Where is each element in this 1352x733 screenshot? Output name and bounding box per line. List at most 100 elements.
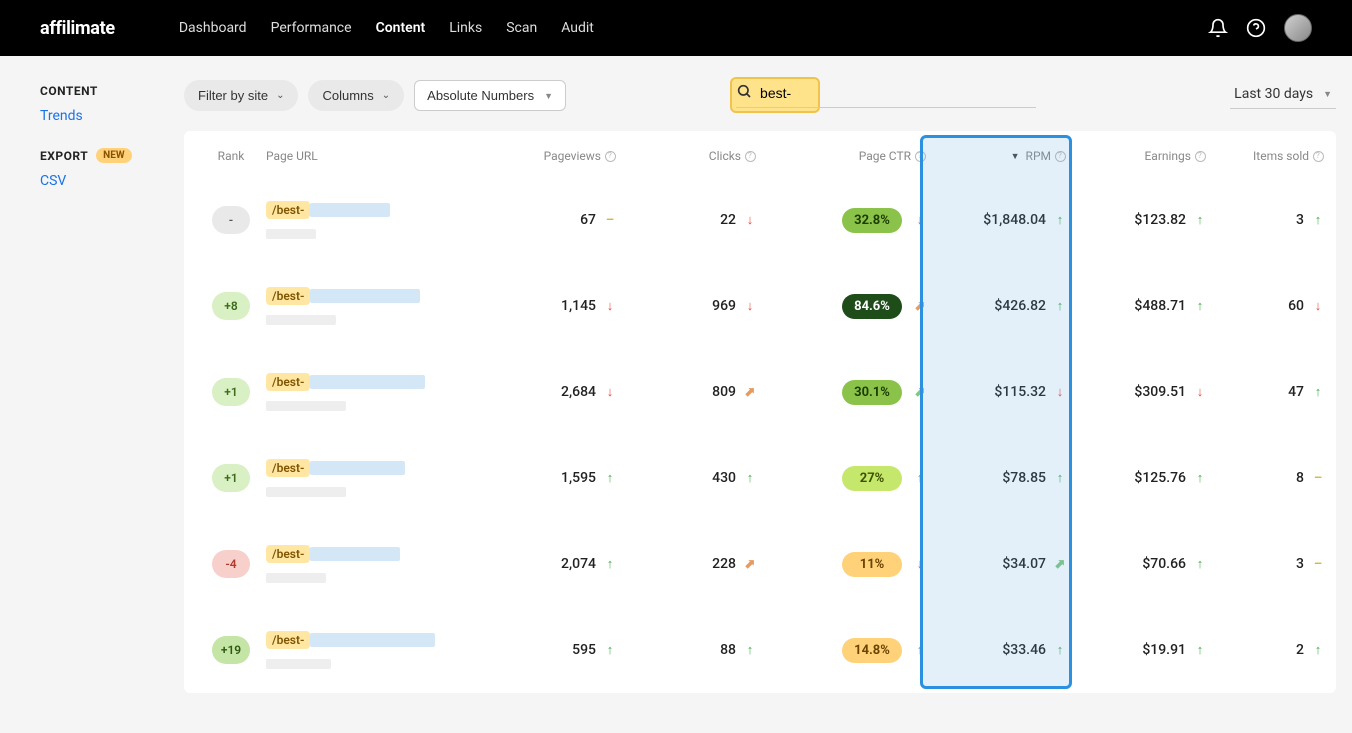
ctr-pill: 11% (842, 552, 902, 577)
help-icon[interactable] (1246, 18, 1266, 38)
columns-button[interactable]: Columns ⌄ (308, 80, 404, 111)
url-placeholder-bar (310, 633, 435, 647)
display-mode-select[interactable]: Absolute Numbers ▼ (414, 80, 566, 111)
pageviews-cell: 2,684 ↓ (476, 384, 616, 400)
toolbar: Filter by site ⌄ Columns ⌄ Absolute Numb… (184, 80, 1336, 111)
url-chip: /best- (266, 287, 310, 305)
rank-badge: +19 (212, 636, 250, 664)
page-url-cell: /best- (266, 631, 476, 669)
rpm-cell: $1,848.04 ↑ (926, 212, 1066, 228)
ctr-cell: 14.8% ↑ (756, 638, 926, 663)
caret-down-icon: ▼ (544, 91, 553, 101)
col-rpm[interactable]: ▼RPM (926, 149, 1066, 163)
rpm-cell: $78.85 ↑ (926, 470, 1066, 486)
url-chip: /best- (266, 373, 310, 391)
filter-by-site-button[interactable]: Filter by site ⌄ (184, 80, 298, 111)
items-sold-cell: 3 ↑ (1206, 212, 1324, 228)
ctr-cell: 32.8% ↓ (756, 208, 926, 233)
pageviews-cell: 2,074 ↑ (476, 556, 616, 572)
table-row[interactable]: +1 /best- 1,595 ↑ 430 ↑ 27% ↑ $78.85 ↑ $… (184, 435, 1336, 521)
url-placeholder-bar (266, 315, 336, 325)
search-input[interactable] (760, 85, 1036, 101)
info-icon (1195, 151, 1206, 162)
col-earnings[interactable]: Earnings (1066, 149, 1206, 163)
sort-desc-icon: ▼ (1011, 151, 1020, 162)
items-sold-cell: 8 – (1206, 470, 1324, 486)
content-table: Rank Page URL Pageviews Clicks Page CTR … (184, 131, 1336, 693)
url-placeholder-bar (310, 203, 390, 217)
chevron-down-icon: ⌄ (382, 90, 390, 101)
table-row[interactable]: +8 /best- 1,145 ↓ 969 ↓ 84.6% ⬈ $426.82 … (184, 263, 1336, 349)
col-pageviews[interactable]: Pageviews (476, 149, 616, 163)
rank-badge: +1 (212, 378, 250, 406)
nav-dashboard[interactable]: Dashboard (179, 20, 247, 36)
pageviews-cell: 67 – (476, 212, 616, 228)
sidebar-link-trends[interactable]: Trends (40, 108, 184, 124)
col-page-url[interactable]: Page URL (266, 149, 476, 163)
rpm-cell: $115.32 ↓ (926, 384, 1066, 400)
pageviews-cell: 1,595 ↑ (476, 470, 616, 486)
col-page-ctr[interactable]: Page CTR (756, 149, 926, 163)
ctr-pill: 27% (842, 466, 902, 491)
url-placeholder-bar (266, 401, 346, 411)
col-clicks[interactable]: Clicks (616, 149, 756, 163)
url-chip: /best- (266, 201, 310, 219)
table-row[interactable]: -4 /best- 2,074 ↑ 228 ⬈ 11% ↓ $34.07 ⬈ $… (184, 521, 1336, 607)
main-nav: Dashboard Performance Content Links Scan… (179, 20, 594, 36)
bell-icon[interactable] (1208, 18, 1228, 38)
nav-content[interactable]: Content (376, 20, 426, 36)
rank-badge: - (212, 206, 250, 234)
info-icon (605, 151, 616, 162)
search-wrapper (736, 83, 1036, 108)
rpm-cell: $426.82 ↑ (926, 298, 1066, 314)
clicks-cell: 22 ↓ (616, 212, 756, 228)
table-row[interactable]: +1 /best- 2,684 ↓ 809 ⬈ 30.1% ⬈ $115.32 … (184, 349, 1336, 435)
info-icon (1055, 151, 1066, 162)
earnings-cell: $123.82 ↑ (1066, 212, 1206, 228)
ctr-pill: 32.8% (842, 208, 902, 233)
clicks-cell: 88 ↑ (616, 642, 756, 658)
items-sold-cell: 60 ↓ (1206, 298, 1324, 314)
earnings-cell: $309.51 ↓ (1066, 384, 1206, 400)
col-items-sold[interactable]: Items sold (1206, 149, 1324, 163)
earnings-cell: $19.91 ↑ (1066, 642, 1206, 658)
info-icon (745, 151, 756, 162)
pageviews-cell: 595 ↑ (476, 642, 616, 658)
table-row[interactable]: +19 /best- 595 ↑ 88 ↑ 14.8% ↑ $33.46 ↑ $… (184, 607, 1336, 693)
ctr-cell: 30.1% ⬈ (756, 380, 926, 405)
nav-audit[interactable]: Audit (561, 20, 594, 36)
table-row[interactable]: - /best- 67 – 22 ↓ 32.8% ↓ $1,848.04 ↑ $… (184, 177, 1336, 263)
page-url-cell: /best- (266, 545, 476, 583)
info-icon (915, 151, 926, 162)
earnings-cell: $125.76 ↑ (1066, 470, 1206, 486)
avatar[interactable] (1284, 14, 1312, 42)
table-body: - /best- 67 – 22 ↓ 32.8% ↓ $1,848.04 ↑ $… (184, 177, 1336, 693)
sidebar-link-csv[interactable]: CSV (40, 173, 184, 189)
items-sold-cell: 2 ↑ (1206, 642, 1324, 658)
nav-performance[interactable]: Performance (271, 20, 352, 36)
caret-down-icon: ▼ (1323, 89, 1332, 100)
ctr-cell: 27% ↑ (756, 466, 926, 491)
page-url-cell: /best- (266, 459, 476, 497)
sidebar-heading-export: EXPORT (40, 149, 88, 163)
items-sold-cell: 47 ↑ (1206, 384, 1324, 400)
url-chip: /best- (266, 545, 310, 563)
url-placeholder-bar (310, 547, 400, 561)
page-url-cell: /best- (266, 287, 476, 325)
nav-links[interactable]: Links (449, 20, 482, 36)
clicks-cell: 969 ↓ (616, 298, 756, 314)
date-range-select[interactable]: Last 30 days ▼ (1230, 82, 1336, 109)
brand-logo: affilimate (40, 18, 115, 39)
pageviews-cell: 1,145 ↓ (476, 298, 616, 314)
filter-by-site-label: Filter by site (198, 88, 268, 103)
new-badge: NEW (96, 148, 131, 163)
ctr-pill: 14.8% (842, 638, 902, 663)
url-placeholder-bar (310, 461, 405, 475)
col-rank[interactable]: Rank (196, 149, 266, 163)
display-mode-label: Absolute Numbers (427, 88, 534, 103)
rpm-cell: $34.07 ⬈ (926, 556, 1066, 572)
clicks-cell: 430 ↑ (616, 470, 756, 486)
url-placeholder-bar (310, 375, 425, 389)
ctr-pill: 30.1% (842, 380, 902, 405)
nav-scan[interactable]: Scan (506, 20, 537, 36)
